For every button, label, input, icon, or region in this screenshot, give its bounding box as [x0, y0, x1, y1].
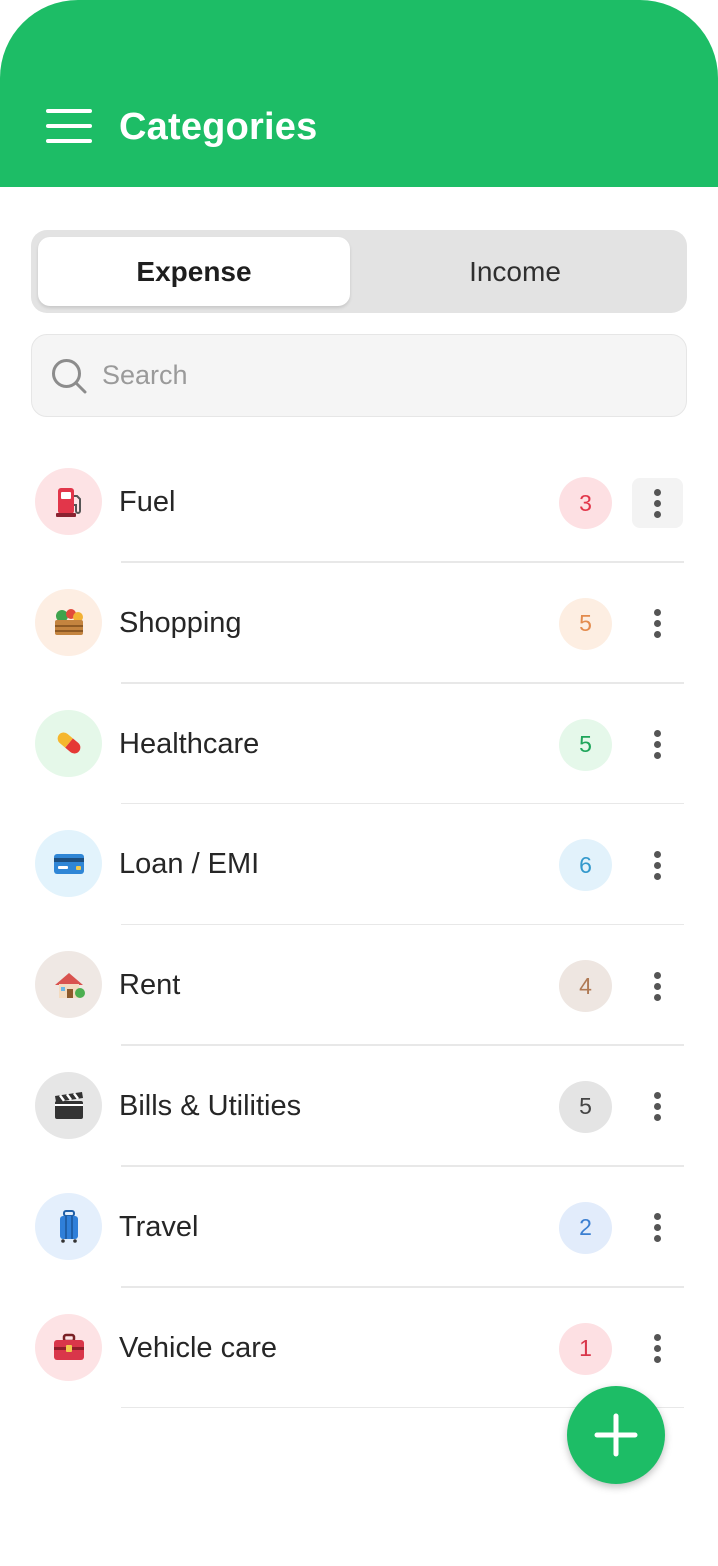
category-name: Fuel — [119, 486, 176, 518]
app-screen: Categories Expense Income Fuel 3 Shopping 5… — [0, 0, 718, 1566]
tab-expense[interactable]: Expense — [38, 237, 350, 306]
toolbox-icon — [35, 1313, 102, 1381]
transaction-count-badge: 6 — [559, 839, 612, 892]
category-name: Healthcare — [119, 727, 260, 760]
transaction-count-badge: 5 — [559, 1080, 612, 1133]
category-row-rent[interactable]: Rent 4 — [0, 925, 718, 1046]
more-options-icon[interactable] — [632, 599, 683, 649]
transaction-count-badge: 2 — [559, 1201, 612, 1254]
category-row-healthcare[interactable]: Healthcare 5 — [0, 684, 718, 805]
category-row-loan-emi[interactable]: Loan / EMI 6 — [0, 804, 718, 926]
page-title: Categories — [119, 106, 318, 148]
type-segmented-control: Expense Income — [31, 230, 687, 313]
category-name: Shopping — [119, 606, 242, 639]
transaction-count-badge: 1 — [559, 1322, 612, 1375]
category-name: Travel — [119, 1210, 199, 1243]
more-options-icon[interactable] — [632, 478, 683, 528]
category-row-shopping[interactable]: Shopping 5 — [0, 563, 718, 684]
produce-crate-icon — [35, 588, 102, 656]
category-name: Vehicle care — [119, 1331, 277, 1364]
more-options-icon[interactable] — [632, 1324, 683, 1374]
category-list: Fuel 3 Shopping 5 Healthcare 5 Loan / EMI 6 Rent… — [0, 442, 718, 1409]
credit-card-icon — [35, 830, 102, 898]
transaction-count-badge: 5 — [559, 718, 612, 771]
more-options-icon[interactable] — [632, 720, 683, 770]
transaction-count-badge: 4 — [559, 960, 612, 1013]
search-bar — [31, 334, 687, 417]
pill-icon — [35, 709, 102, 777]
more-options-icon[interactable] — [632, 1203, 683, 1253]
add-category-button[interactable] — [567, 1386, 665, 1484]
house-icon — [35, 951, 102, 1019]
more-options-icon[interactable] — [632, 1082, 683, 1132]
app-header: Categories — [0, 0, 718, 187]
category-name: Loan / EMI — [119, 848, 260, 881]
search-input[interactable] — [102, 360, 662, 391]
hamburger-menu-icon[interactable] — [40, 104, 98, 148]
transaction-count-badge: 3 — [559, 477, 612, 529]
transaction-count-badge: 5 — [559, 597, 612, 650]
category-row-travel[interactable]: Travel 2 — [0, 1167, 718, 1288]
category-row-bills-and-utilities[interactable]: Bills & Utilities 5 — [0, 1046, 718, 1167]
category-name: Bills & Utilities — [119, 1089, 302, 1122]
fuel-pump-icon — [35, 468, 102, 535]
plus-icon — [594, 1413, 638, 1457]
more-options-icon[interactable] — [632, 840, 683, 890]
category-name: Rent — [119, 969, 181, 1002]
luggage-icon — [35, 1192, 102, 1260]
category-row-fuel[interactable]: Fuel 3 — [0, 442, 718, 563]
tab-income[interactable]: Income — [350, 237, 680, 306]
more-options-icon[interactable] — [632, 961, 683, 1011]
search-icon — [52, 358, 87, 393]
clapperboard-icon — [35, 1071, 102, 1139]
